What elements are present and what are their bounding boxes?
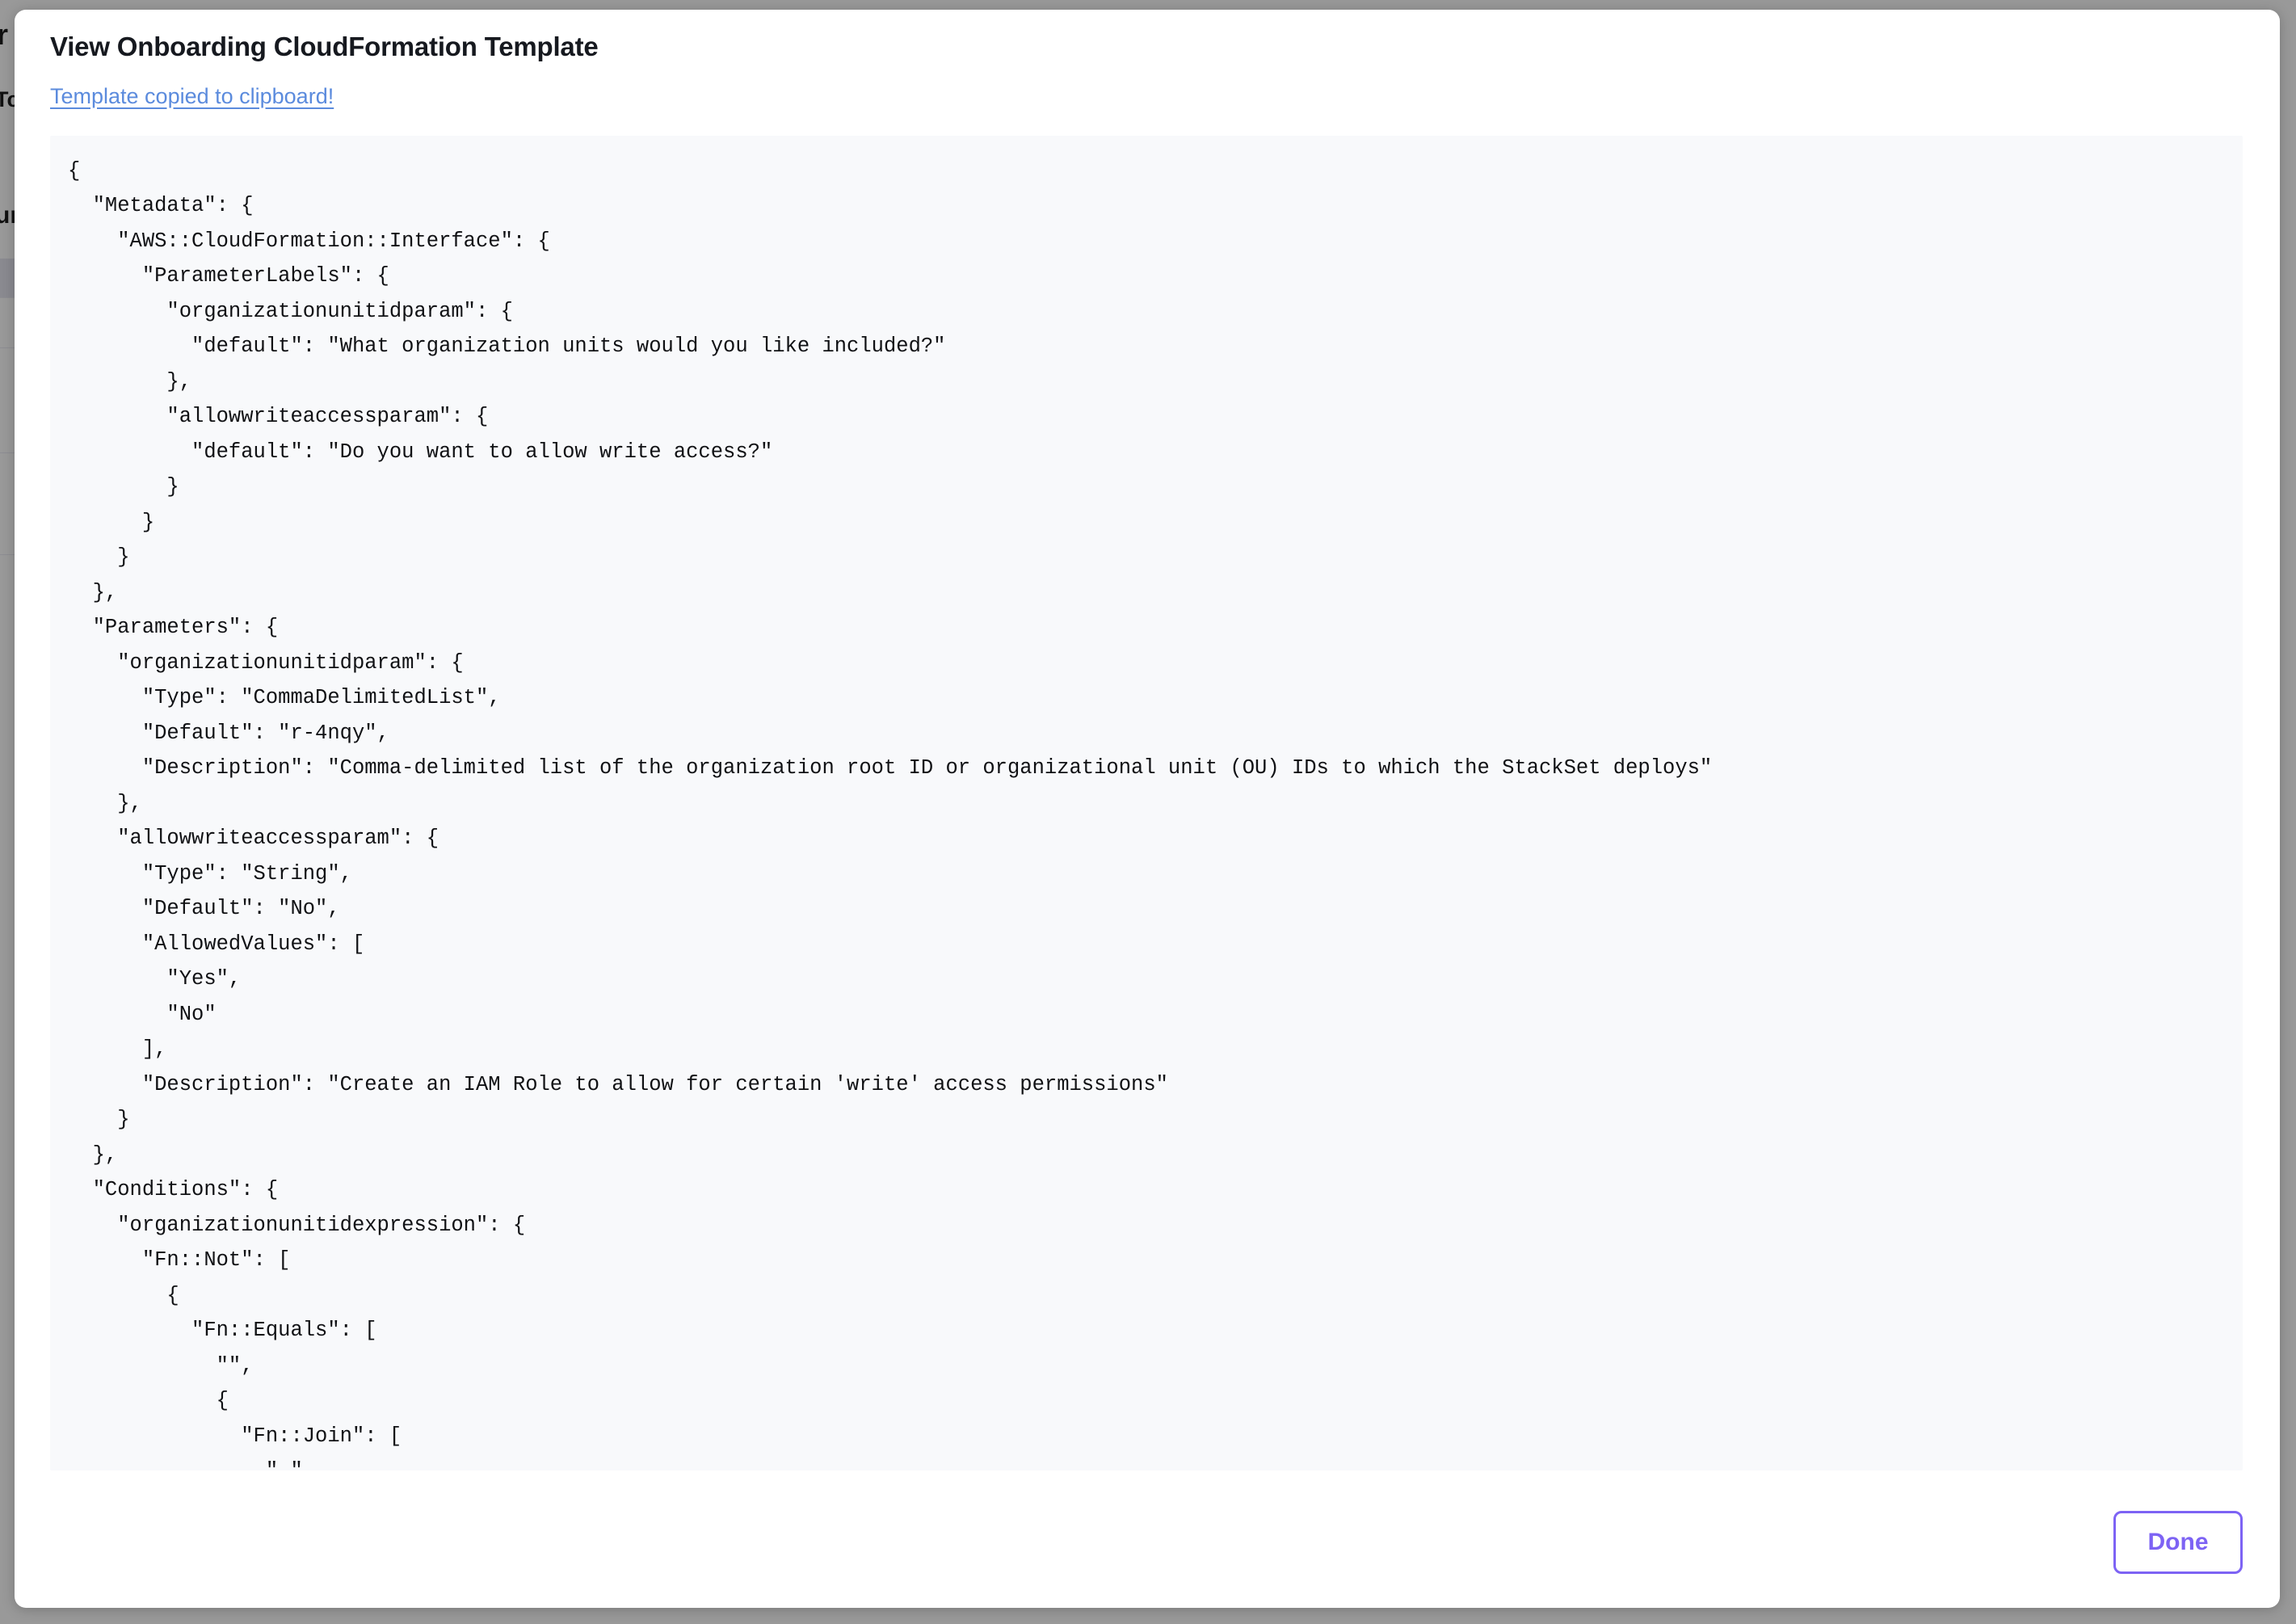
cloudformation-template-code: { "Metadata": { "AWS::CloudFormation::In… bbox=[68, 158, 1713, 1470]
background-panel bbox=[0, 259, 15, 297]
template-copied-link[interactable]: Template copied to clipboard! bbox=[50, 84, 334, 109]
background-divider bbox=[0, 452, 15, 453]
modal-footer: Done bbox=[15, 1470, 2280, 1608]
copy-notice-row: Template copied to clipboard! bbox=[15, 63, 2280, 109]
done-button[interactable]: Done bbox=[2113, 1510, 2243, 1574]
background-divider bbox=[0, 347, 15, 348]
view-template-modal: View Onboarding CloudFormation Template … bbox=[15, 10, 2280, 1608]
background-divider bbox=[0, 297, 15, 298]
template-code-viewport[interactable]: { "Metadata": { "AWS::CloudFormation::In… bbox=[50, 135, 2243, 1470]
background-text-fragment: r bbox=[0, 18, 9, 51]
background-divider bbox=[0, 554, 15, 555]
modal-title: View Onboarding CloudFormation Template bbox=[50, 32, 599, 61]
